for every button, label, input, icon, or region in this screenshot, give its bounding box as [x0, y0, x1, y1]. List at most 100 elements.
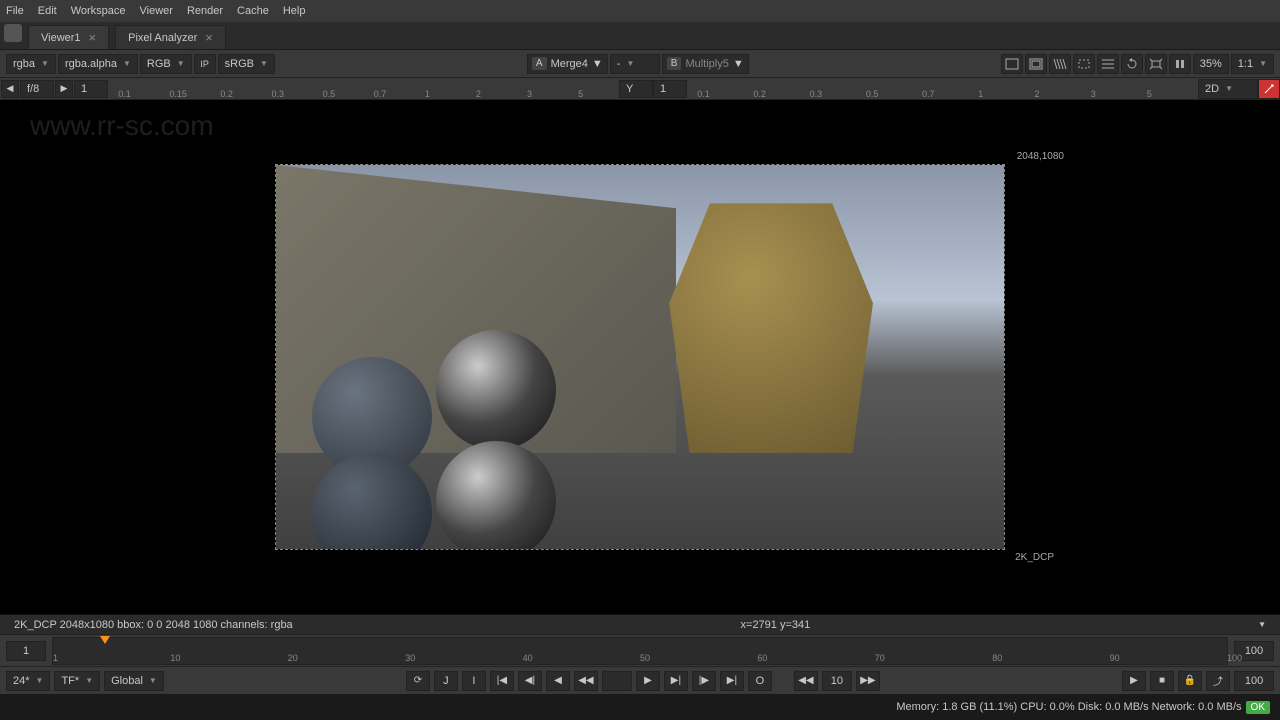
input-b-dropdown[interactable]: B Multiply5 ▼	[662, 54, 749, 74]
frame-start-field[interactable]: 1	[6, 641, 46, 661]
channel-dropdown[interactable]: rgba ▼	[6, 54, 56, 74]
play-back-icon[interactable]: ◀◀	[574, 671, 598, 691]
viewer-panel[interactable]: www.rr-sc.com 2048,1080 2K_DCP	[0, 100, 1280, 614]
range-end-field[interactable]: 100	[1234, 671, 1274, 691]
fstop-value: f/8	[27, 83, 39, 95]
next-frame-button[interactable]: ▶	[55, 80, 73, 98]
chevron-down-icon: ▼	[85, 676, 93, 685]
jump-value[interactable]: 10	[822, 671, 852, 691]
gain-value: 1	[81, 83, 87, 95]
menu-edit[interactable]: Edit	[38, 5, 57, 17]
record-icon[interactable]	[1258, 79, 1280, 99]
flipbook-icon[interactable]: ■	[1150, 671, 1174, 691]
menu-workspace[interactable]: Workspace	[71, 5, 126, 17]
lut-dropdown[interactable]: sRGB▼	[218, 54, 275, 74]
colorspace-dropdown[interactable]: RGB ▼	[140, 54, 192, 74]
pause-icon[interactable]	[1169, 54, 1191, 74]
j-button[interactable]: J	[434, 671, 458, 691]
timeformat-dropdown[interactable]: TF*▼	[54, 671, 100, 691]
step-back-icon[interactable]: ◀	[546, 671, 570, 691]
chevron-left-icon: ◀	[7, 83, 14, 94]
export-icon[interactable]: ⤴	[1206, 671, 1230, 691]
playback-bar: 24*▼ TF*▼ Global▼ ⟳ J I |◀ ◀| ◀ ◀◀ ▶ ▶| …	[0, 666, 1280, 694]
clip-warning-icon[interactable]	[1049, 54, 1071, 74]
menu-file[interactable]: File	[6, 5, 24, 17]
colorspace-value: RGB	[147, 58, 171, 70]
view-mode-dropdown[interactable]: 2D▼	[1198, 79, 1258, 99]
chevron-down-icon: ▼	[177, 59, 185, 68]
timeline: 1 1102030405060708090100 100	[0, 634, 1280, 666]
menu-render[interactable]: Render	[187, 5, 223, 17]
info-bar: 2K_DCP 2048x1080 bbox: 0 0 2048 1080 cha…	[0, 614, 1280, 634]
close-icon[interactable]: ×	[89, 30, 97, 45]
viewer-toolbar: rgba▼ rgba.alpha▼ RGB▼ IP sRGB▼ A Merge4…	[0, 50, 1280, 78]
b-badge: B	[667, 57, 682, 70]
gamma-value: 1	[660, 83, 666, 95]
reference-sphere-chrome-2	[436, 441, 556, 549]
tab-viewer1[interactable]: Viewer1 ×	[28, 25, 109, 49]
last-frame-icon[interactable]: ▶|	[720, 671, 744, 691]
playhead-icon[interactable]	[100, 636, 110, 644]
current-frame-indicator	[602, 671, 632, 691]
ip-button[interactable]: IP	[194, 54, 216, 74]
chevron-down-icon: ▼	[1259, 59, 1267, 68]
menu-help[interactable]: Help	[283, 5, 306, 17]
next-keyframe-icon[interactable]: |▶	[692, 671, 716, 691]
reference-sphere-matte-2	[312, 453, 432, 549]
alpha-dropdown[interactable]: rgba.alpha ▼	[58, 54, 138, 74]
gain-field[interactable]: 1	[74, 80, 108, 98]
wipe-dropdown[interactable]: -▼	[610, 54, 660, 74]
prev-keyframe-icon[interactable]: ◀|	[518, 671, 542, 691]
step-forward-icon[interactable]: ▶|	[664, 671, 688, 691]
input-a-dropdown[interactable]: A Merge4 ▼	[527, 54, 608, 74]
image-canvas: 2048,1080 2K_DCP	[275, 164, 1005, 550]
lut-value: sRGB	[225, 58, 254, 70]
fstop-field[interactable]: f/8	[20, 80, 54, 98]
lock-icon[interactable]: 🔒	[1178, 671, 1202, 691]
first-frame-icon[interactable]: |◀	[490, 671, 514, 691]
list-icon[interactable]	[1097, 54, 1119, 74]
capture-icon[interactable]: ▶	[1122, 671, 1146, 691]
gamma-field[interactable]: 1	[653, 80, 687, 98]
chevron-down-icon: ▼	[41, 59, 49, 68]
timeline-track[interactable]: 1102030405060708090100	[52, 637, 1228, 665]
fps-value: 24*	[13, 675, 30, 687]
out-point-button[interactable]: O	[748, 671, 772, 691]
b-node-name: Multiply5	[685, 58, 728, 70]
menu-viewer[interactable]: Viewer	[140, 5, 173, 17]
status-ok-badge: OK	[1246, 701, 1270, 714]
fps-dropdown[interactable]: 24* ▼	[6, 671, 50, 691]
tab-label: Viewer1	[41, 32, 81, 44]
view-mode-value: 2D	[1205, 83, 1219, 95]
loop-icon[interactable]: ⟳	[406, 671, 430, 691]
channel-value: rgba	[13, 58, 35, 70]
gain-slider[interactable]: 0.10.150.20.30.50.71235	[108, 79, 619, 99]
prev-frame-button[interactable]: ◀	[1, 80, 19, 98]
in-point-button[interactable]: I	[462, 671, 486, 691]
ratio-dropdown[interactable]: 1:1▼	[1231, 54, 1274, 74]
chevron-down-icon: ▼	[733, 58, 744, 70]
play-icon[interactable]: ▶	[636, 671, 660, 691]
overscan-icon[interactable]	[1001, 54, 1023, 74]
refresh-icon[interactable]	[1121, 54, 1143, 74]
jump-back-icon[interactable]: ◀◀	[794, 671, 818, 691]
chevron-down-icon: ▼	[36, 676, 44, 685]
proxy-icon[interactable]	[1145, 54, 1167, 74]
gamma-slider[interactable]: 0.10.20.30.50.71235	[687, 79, 1198, 99]
menu-cache[interactable]: Cache	[237, 5, 269, 17]
status-bar: Memory: 1.8 GB (11.1%) CPU: 0.0% Disk: 0…	[0, 694, 1280, 720]
jump-forward-icon[interactable]: ▶▶	[856, 671, 880, 691]
zoom-value: 35%	[1200, 58, 1222, 70]
close-icon[interactable]: ×	[205, 30, 213, 45]
cursor-coords: x=2791 y=341	[741, 619, 811, 631]
safe-zone-icon[interactable]	[1025, 54, 1047, 74]
chevron-down-icon: ▼	[123, 59, 131, 68]
chevron-down-icon: ▼	[149, 676, 157, 685]
alpha-value: rgba.alpha	[65, 58, 117, 70]
zoom-dropdown[interactable]: 35%	[1193, 54, 1229, 74]
expand-icon[interactable]: ▼	[1258, 620, 1266, 629]
roi-icon[interactable]	[1073, 54, 1095, 74]
tab-pixel-analyzer[interactable]: Pixel Analyzer ×	[115, 25, 226, 49]
scope-dropdown[interactable]: Global▼	[104, 671, 164, 691]
chevron-down-icon: ▼	[626, 59, 634, 68]
